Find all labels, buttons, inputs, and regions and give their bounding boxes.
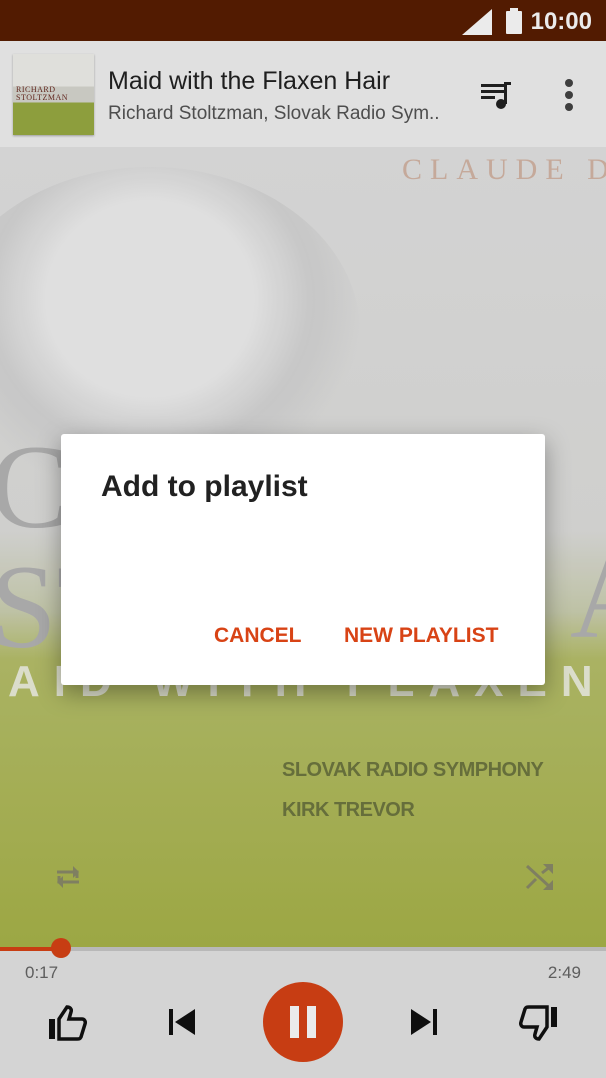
- cancel-button[interactable]: CANCEL: [214, 624, 302, 648]
- dialog-title: Add to playlist: [101, 470, 308, 503]
- new-playlist-button[interactable]: NEW PLAYLIST: [344, 624, 498, 648]
- add-to-playlist-dialog: Add to playlist CANCEL NEW PLAYLIST: [61, 434, 545, 685]
